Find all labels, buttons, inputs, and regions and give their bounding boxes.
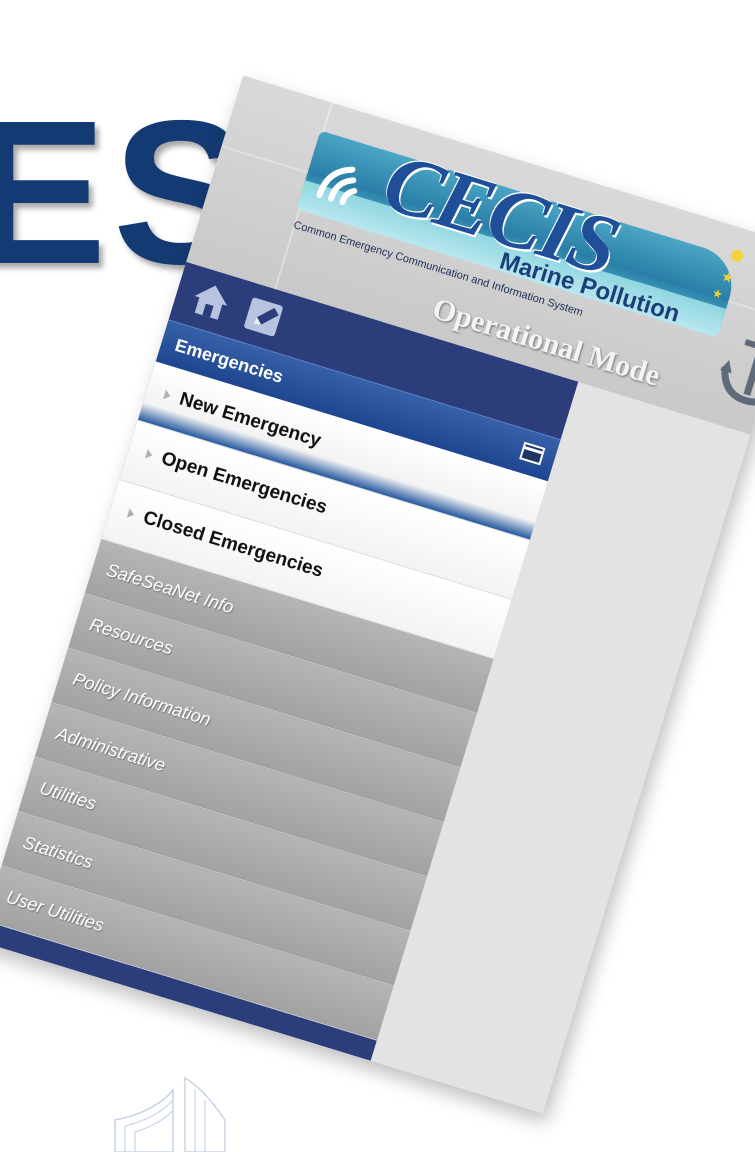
svg-text:★: ★ [710,285,724,302]
edit-icon[interactable] [238,292,290,343]
svg-text:★: ★ [719,268,736,287]
european-commission-logo [114,1076,226,1152]
home-icon[interactable] [185,276,237,327]
collapse-icon[interactable] [519,441,546,466]
menu-item-label: Statistics [20,832,96,873]
menu-item-label: Utilities [37,777,99,814]
menu-item-label: User Utilities [3,886,107,936]
chevron-right-icon [144,448,154,461]
chevron-right-icon [163,389,172,401]
menu-item-label: Resources [87,614,176,659]
slide-page: ES CECIS Marine Pollution Common Emergen… [0,0,755,1152]
chevron-right-icon [126,508,136,520]
